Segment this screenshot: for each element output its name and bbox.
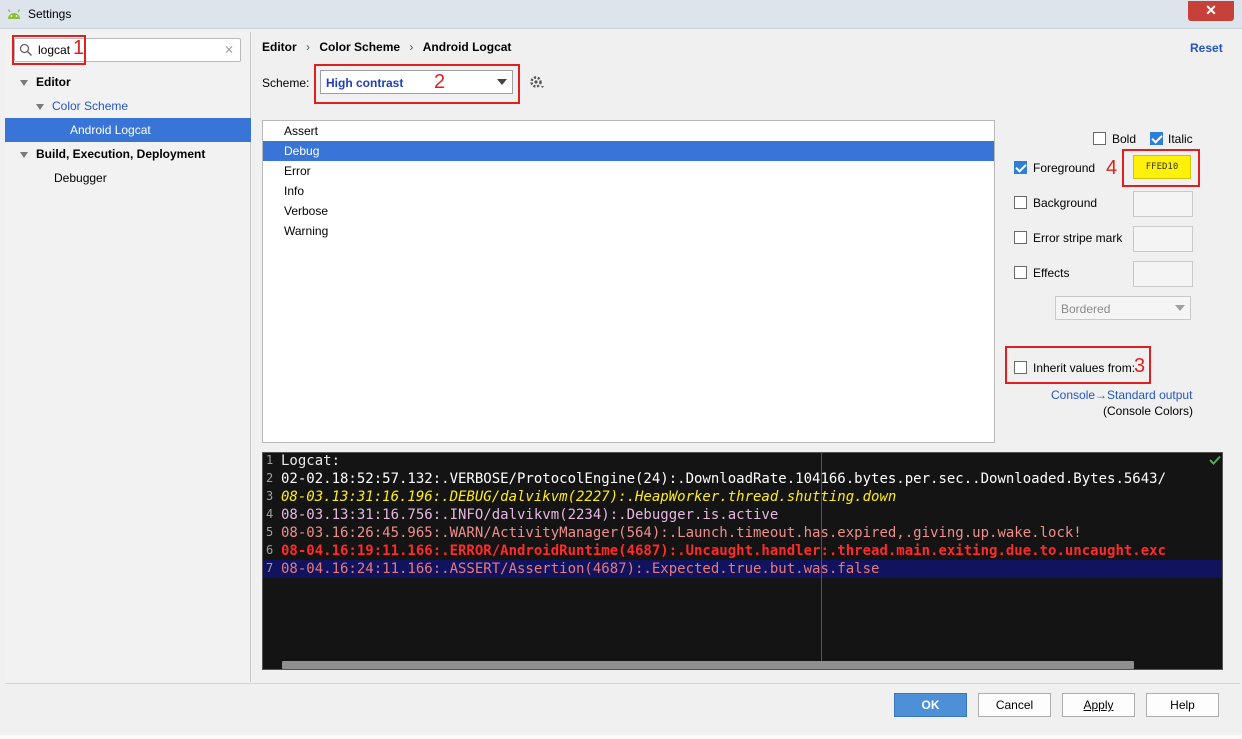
list-item-verbose[interactable]: Verbose: [263, 201, 994, 221]
dialog-footer: [5, 683, 1240, 735]
list-item-debug[interactable]: Debug: [263, 141, 994, 161]
tree-item-editor[interactable]: Editor: [20, 70, 71, 94]
line-number: 3: [266, 489, 274, 503]
title-bar: [0, 0, 1242, 29]
log-line-header: Logcat:: [281, 453, 341, 469]
tree-item-debugger[interactable]: Debugger: [54, 166, 107, 190]
scheme-label: Scheme:: [262, 76, 310, 90]
foreground-label: Foreground: [1033, 161, 1096, 175]
foreground-checkbox[interactable]: [1014, 161, 1027, 174]
breadcrumb-separator: ›: [409, 40, 414, 54]
effects-color-swatch[interactable]: [1133, 261, 1193, 287]
cancel-button[interactable]: Cancel: [978, 693, 1051, 717]
bold-checkbox[interactable]: [1093, 132, 1106, 145]
help-button[interactable]: Help: [1146, 693, 1219, 717]
background-checkbox[interactable]: [1014, 196, 1027, 209]
error-stripe-label: Error stripe mark: [1033, 231, 1123, 245]
list-item-assert[interactable]: Assert: [263, 121, 994, 141]
annotation-number-3: 3: [1134, 355, 1146, 377]
background-window-strip: [0, 735, 1242, 739]
line-number: 6: [266, 543, 274, 557]
window-title: Settings: [28, 7, 72, 21]
line-number: 2: [266, 471, 274, 485]
log-line-debug: 08-03.13:31:16.196:.DEBUG/dalvikvm(2227)…: [281, 489, 897, 505]
tree-item-color-scheme[interactable]: Color Scheme: [36, 94, 128, 118]
dropdown-arrow-icon: [1175, 305, 1185, 311]
background-color-swatch[interactable]: [1133, 191, 1193, 217]
gear-icon[interactable]: [529, 74, 546, 91]
bold-label: Bold: [1112, 132, 1137, 146]
line-number: 7: [266, 561, 274, 575]
italic-checkbox[interactable]: [1150, 132, 1163, 145]
clear-search-icon[interactable]: ⨯: [224, 42, 234, 56]
annotation-number-2: 2: [434, 71, 446, 93]
italic-label: Italic: [1168, 132, 1193, 146]
list-item-info[interactable]: Info: [263, 181, 994, 201]
log-line-error: 08-04.16:19:11.166:.ERROR/AndroidRuntime…: [281, 543, 1167, 559]
breadcrumb-separator: ›: [306, 40, 311, 54]
effect-type-value: Bordered: [1061, 302, 1111, 316]
reset-link[interactable]: Reset: [1190, 41, 1223, 55]
window-close-button[interactable]: ✕: [1188, 1, 1234, 21]
breadcrumb-item: Color Scheme: [319, 40, 401, 54]
inherit-source-link[interactable]: Console→Standard output: [1051, 388, 1192, 402]
line-number: 5: [266, 525, 274, 539]
android-studio-icon: [7, 9, 21, 19]
log-line-warn: 08-03.16:26:45.965:.WARN/ActivityManager…: [281, 525, 1082, 541]
annotation-number-1: 1: [73, 37, 85, 59]
breadcrumb-item: Editor: [262, 40, 297, 54]
breadcrumb: Editor › Color Scheme › Android Logcat: [262, 40, 511, 54]
error-stripe-checkbox[interactable]: [1014, 231, 1027, 244]
expand-arrow-icon[interactable]: [36, 103, 44, 110]
error-stripe-color-swatch[interactable]: [1133, 226, 1193, 252]
log-line-info: 08-03.13:31:16.756:.INFO/dalvikvm(2234):…: [281, 507, 779, 523]
tree-item-build-execution-deployment[interactable]: Build, Execution, Deployment: [20, 142, 205, 166]
line-number: 1: [266, 453, 274, 467]
horizontal-scrollbar[interactable]: [282, 661, 1134, 669]
background-label: Background: [1033, 196, 1098, 210]
annotation-box-4: [1122, 149, 1200, 187]
annotation-number-4: 4: [1106, 157, 1118, 179]
list-item-warning[interactable]: Warning: [263, 221, 994, 241]
tree-item-android-logcat[interactable]: Android Logcat: [70, 118, 151, 142]
ok-button[interactable]: OK: [894, 693, 967, 717]
annotation-box-3: [1005, 346, 1151, 384]
breadcrumb-item: Android Logcat: [422, 40, 512, 54]
line-number: 4: [266, 507, 274, 521]
inherit-source-note: (Console Colors): [1103, 404, 1194, 418]
effects-label: Effects: [1033, 266, 1070, 280]
log-line-verbose: 02-02.18:52:57.132:.VERBOSE/ProtocolEngi…: [281, 471, 1167, 487]
expand-arrow-icon[interactable]: [20, 79, 28, 86]
effects-checkbox[interactable]: [1014, 266, 1027, 279]
log-line-assert: 08-04.16:24:11.166:.ASSERT/Assertion(468…: [281, 561, 880, 577]
apply-button[interactable]: Apply: [1062, 693, 1135, 717]
annotation-box-2: [314, 64, 520, 104]
expand-arrow-icon[interactable]: [20, 151, 28, 158]
list-item-error[interactable]: Error: [263, 161, 994, 181]
